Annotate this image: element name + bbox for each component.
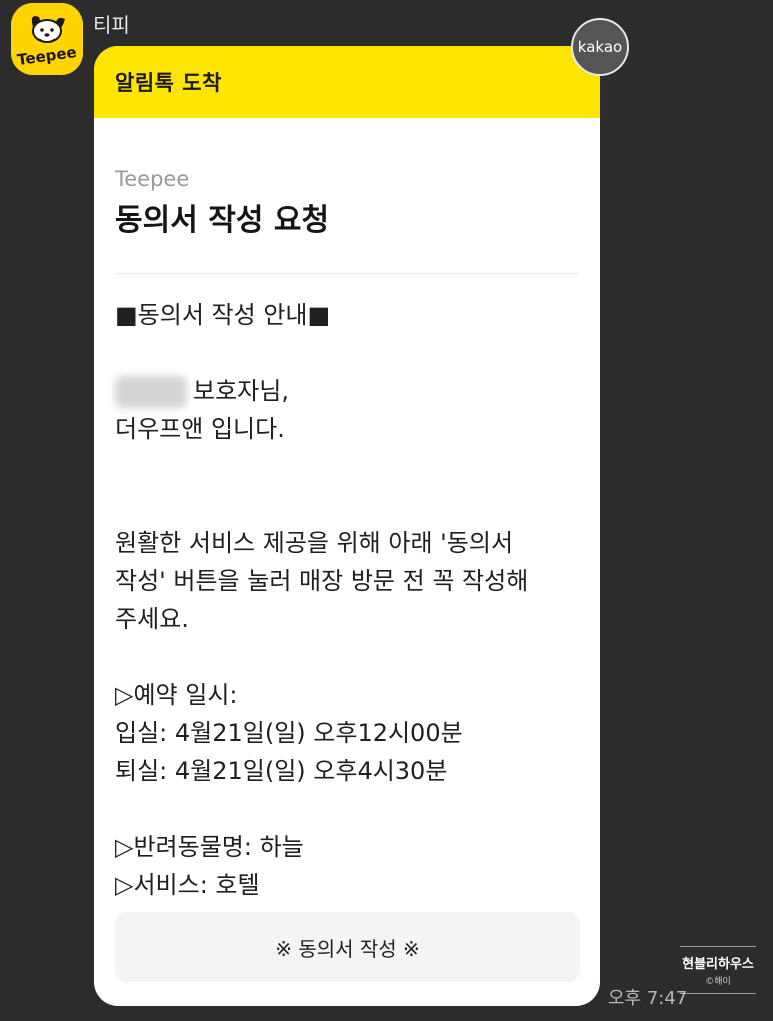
reservation-heading: ▷예약 일시: — [115, 681, 238, 709]
teepee-logo-icon: Teepee — [11, 3, 83, 75]
greeting-line-2: 더우프앤 입니다. — [115, 415, 285, 443]
sender-avatar[interactable]: Teepee — [11, 3, 83, 75]
alimtalk-card: 알림톡 도착 Teepee 동의서 작성 요청 ■동의서 작성 안내■ 보호자님… — [94, 46, 600, 1006]
service-type: ▷서비스: 호텔 — [115, 871, 260, 899]
redacted-guardian-name — [115, 376, 187, 408]
watermark-sub: ©해이 — [705, 977, 731, 987]
card-header-title: 알림톡 도착 — [115, 71, 222, 95]
message-body: ■동의서 작성 안내■ 보호자님, 더우프앤 입니다. 원활한 서비스 제공을 … — [115, 296, 579, 904]
consent-form-button[interactable]: ※ 동의서 작성 ※ — [115, 912, 580, 982]
instruction-text: 원활한 서비스 제공을 위해 아래 '동의서 작성' 버튼을 눌러 매장 방문 … — [115, 529, 529, 633]
section-heading: ■동의서 작성 안내■ — [115, 301, 331, 329]
channel-label: Teepee — [115, 167, 190, 191]
greeting-suffix: 보호자님, — [193, 377, 289, 405]
watermark-line — [680, 946, 756, 947]
card-body: Teepee 동의서 작성 요청 ■동의서 작성 안내■ 보호자님, 더우프앤 … — [94, 167, 600, 904]
sender-name: 티피 — [93, 13, 130, 37]
kakao-badge: kakao — [571, 18, 629, 76]
checkout-time: 퇴실: 4월21일(일) 오후4시30분 — [115, 757, 448, 785]
message-timestamp: 오후 7:47 — [608, 988, 688, 1009]
card-header: 알림톡 도착 — [94, 46, 600, 118]
greeting-line: 보호자님, — [115, 372, 579, 410]
message-title: 동의서 작성 요청 — [115, 203, 330, 238]
watermark-line — [680, 993, 756, 994]
checkin-time: 입실: 4월21일(일) 오후12시00분 — [115, 719, 463, 747]
chat-screen: Teepee 티피 알림톡 도착 Teepee 동의서 작성 요청 ■동의서 작… — [0, 0, 773, 1021]
title-divider — [115, 273, 579, 274]
pet-name: ▷반려동물명: 하늘 — [115, 833, 304, 861]
watermark-main: 현블리하우스 — [682, 957, 754, 972]
watermark: 현블리하우스 ©해이 — [680, 946, 756, 994]
